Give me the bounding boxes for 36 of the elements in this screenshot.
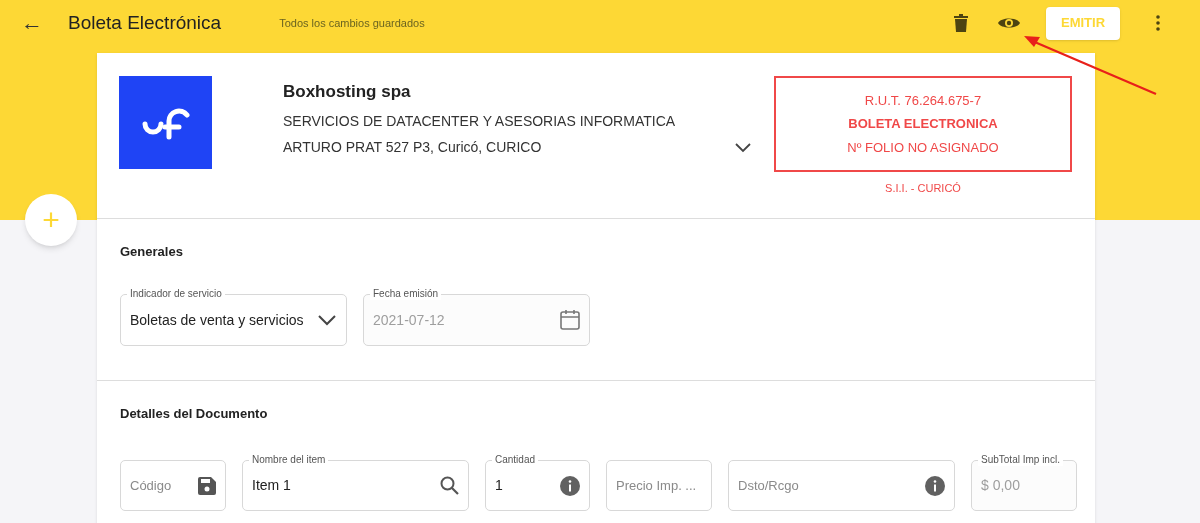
chevron-down-icon[interactable] [735,143,751,153]
company-address: ARTURO PRAT 527 P3, Curicó, CURICO [283,137,543,157]
search-icon[interactable] [440,476,459,495]
field-value: Boletas de venta y servicios [130,310,304,330]
company-name: Boxhosting spa [283,81,412,103]
document-type: BOLETA ELECTRONICA [848,115,998,134]
more-options-icon[interactable] [1156,15,1160,31]
field-placeholder: Código [130,476,172,495]
field-placeholder: Dsto/Rcgo [738,476,799,495]
field-value: 2021-07-12 [373,310,445,330]
section-title: Detalles del Documento [120,405,269,421]
section-title: Generales [120,243,184,259]
chevron-down-icon[interactable] [317,314,337,326]
input-field[interactable]: Dsto/Rcgo [728,460,955,511]
save-status: Todos los cambios guardados [279,15,425,31]
input-field[interactable]: Precio Imp. ... [606,460,712,511]
folio-text: Nº FOLIO NO ASIGNADO [847,138,999,157]
trash-icon[interactable] [954,14,968,32]
input-field[interactable]: Código [120,460,226,511]
field-label: Fecha emisión [370,287,442,300]
rut-text: R.U.T. 76.264.675-7 [864,91,982,110]
info-icon[interactable] [560,475,580,496]
info-icon[interactable] [925,475,945,496]
field-label: Cantidad [492,453,539,466]
company-activity: SERVICIOS DE DATACENTER Y ASESORIAS INFORMATICA [283,111,676,131]
field-label: Indicador de servicio [127,287,225,300]
field-label: SubTotal Imp incl. [978,453,1063,466]
eye-icon[interactable] [998,16,1020,30]
field-label: Nombre del item [249,453,329,466]
back-button[interactable]: ← [21,12,43,34]
field-value: $ 0,00 [981,476,1020,495]
field-value: Item 1 [252,476,291,495]
field-placeholder: Precio Imp. ... [616,476,697,495]
page-title: Boleta Electrónica [68,10,222,35]
tax-office: S.I.I. - CURICÓ [885,181,961,196]
field-value: 1 [495,476,503,495]
